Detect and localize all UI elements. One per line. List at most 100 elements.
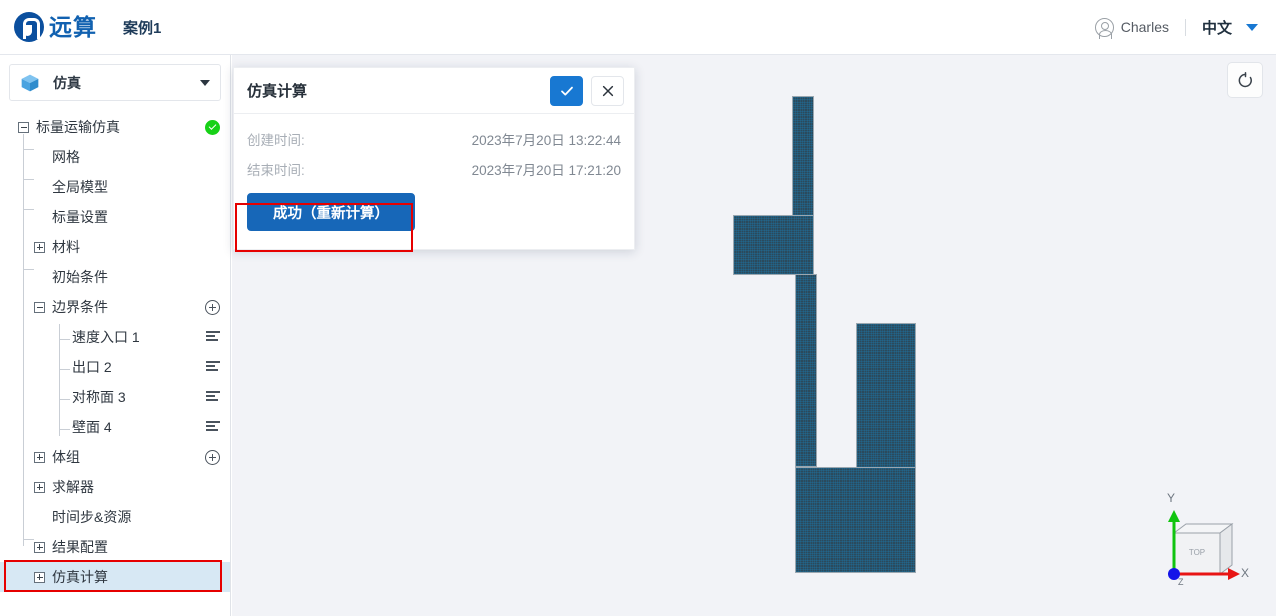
yuansuan-logo-icon [14,12,44,42]
tree-guide-line [59,429,70,430]
language-label[interactable]: 中文 [1202,17,1232,38]
axis-orientation-gizmo[interactable]: TOP Y X Z [1156,491,1249,591]
tree-item[interactable]: 结果配置 [0,532,230,562]
module-selector-label: 仿真 [53,74,81,91]
tree-item[interactable]: 壁面 4 [0,412,230,442]
collapse-icon[interactable] [34,301,45,313]
field-created-time: 创建时间: 2023年7月20日 13:22:44 [247,124,621,154]
mesh-segment-base [795,467,916,573]
tree-item-label: 仿真计算 [52,569,108,585]
module-selector[interactable]: 仿真 [9,64,221,101]
field-label: 结束时间: [247,163,305,178]
collapse-icon[interactable] [18,121,29,133]
tree-leaf-marker [34,152,45,163]
tree-item[interactable]: 出口 2 [0,352,230,382]
tree-item-label: 标量运输仿真 [36,119,120,135]
expand-icon[interactable] [34,571,45,583]
user-circle-icon [1094,17,1114,39]
gizmo-face-label: TOP [1189,548,1205,557]
expand-icon[interactable] [34,541,45,553]
tree-item-label: 网格 [52,149,80,165]
mesh-segment-right-wall [856,323,916,475]
list-menu-icon [206,361,220,373]
tree-item-label: 初始条件 [52,269,108,285]
header-right-group: Charles 中文 [1094,17,1258,39]
tree-leaf-marker [34,212,45,223]
logo-text: 远算 [49,13,97,40]
list-menu-icon [206,391,220,403]
tree-item[interactable]: 时间步&资源 [0,502,230,532]
add-item-button[interactable] [205,299,220,315]
expand-icon[interactable] [34,241,45,253]
status-badge [205,119,220,135]
expand-icon[interactable] [34,481,45,493]
close-button[interactable] [591,75,624,106]
tree-item[interactable]: 标量运输仿真 [0,112,230,142]
sidebar: 仿真 标量运输仿真网格全局模型标量设置材料初始条件边界条件速度入口 1 出口 2 对… [0,55,231,616]
tree-item-label: 速度入口 1 [72,329,140,345]
simulation-tree: 标量运输仿真网格全局模型标量设置材料初始条件边界条件速度入口 1 出口 2 对称面 … [0,112,230,592]
confirm-button[interactable] [550,75,583,106]
tree-item-label: 材料 [52,239,80,255]
tree-item[interactable]: 速度入口 1 [0,322,230,352]
tree-guide-line [23,179,34,180]
simulation-run-dialog: 仿真计算 创建时间: 2023年7月20日 13:22:44 结束时间: 202… [233,67,635,252]
field-label: 创建时间: [247,133,305,148]
item-menu-button[interactable] [206,331,220,343]
chevron-down-icon[interactable] [1246,23,1258,31]
chevron-down-icon[interactable] [200,79,210,86]
tree-item[interactable]: 仿真计算 [0,562,230,592]
dialog-actions [550,75,624,106]
tree-item-label: 结果配置 [52,539,108,555]
field-value: 2023年7月20日 13:22:44 [471,133,621,148]
tree-item[interactable]: 网格 [0,142,230,172]
check-icon [560,86,573,95]
tree-guide-line [59,324,60,436]
tree-guide-line [59,339,70,340]
tree-item[interactable]: 对称面 3 [0,382,230,412]
tree-item[interactable]: 标量设置 [0,202,230,232]
list-menu-icon [206,421,220,433]
tree-item-label: 全局模型 [52,179,108,195]
field-value: 2023年7月20日 17:21:20 [471,163,621,178]
tree-item[interactable]: 材料 [0,232,230,262]
tree-item-label: 对称面 3 [72,389,126,405]
tree-guide-line [23,209,34,210]
user-name-label: Charles [1120,19,1169,35]
mesh-segment-mid-column [795,274,817,467]
tree-leaf-marker [34,272,45,283]
mesh-segment-upper-column [792,96,814,216]
item-menu-button[interactable] [206,391,220,403]
dialog-body: 创建时间: 2023年7月20日 13:22:44 结束时间: 2023年7月2… [234,114,634,231]
cube-icon [21,74,39,91]
expand-icon[interactable] [34,451,45,463]
tree-item[interactable]: 体组 [0,442,230,472]
tree-item-label: 壁面 4 [72,419,112,435]
check-circle-icon [205,119,220,135]
add-item-button[interactable] [205,449,220,465]
reset-view-button[interactable] [1227,62,1263,98]
plus-circle-icon [205,299,220,315]
list-menu-icon [206,331,220,343]
close-icon [602,85,613,96]
item-menu-button[interactable] [206,421,220,433]
mesh-segment-flange [733,215,814,275]
tree-item[interactable]: 求解器 [0,472,230,502]
gizmo-axis-z-label: Z [1178,577,1184,587]
tree-item[interactable]: 边界条件 [0,292,230,322]
tree-guide-line [23,149,34,150]
recompute-button[interactable]: 成功（重新计算） [247,193,415,231]
reset-rotate-icon [1238,71,1252,87]
tree-item-label: 求解器 [52,479,94,495]
item-menu-button[interactable] [206,361,220,373]
tree-item-label: 出口 2 [72,359,112,375]
user-menu[interactable]: Charles [1094,17,1169,39]
brand-logo[interactable]: 远算 [14,12,97,42]
tree-item[interactable]: 初始条件 [0,262,230,292]
plus-circle-icon [205,449,220,465]
tree-item[interactable]: 全局模型 [0,172,230,202]
tree-guide-line [23,134,24,546]
tree-item-label: 边界条件 [52,299,108,315]
tree-leaf-marker [34,512,45,523]
tree-item-label: 体组 [52,449,80,465]
